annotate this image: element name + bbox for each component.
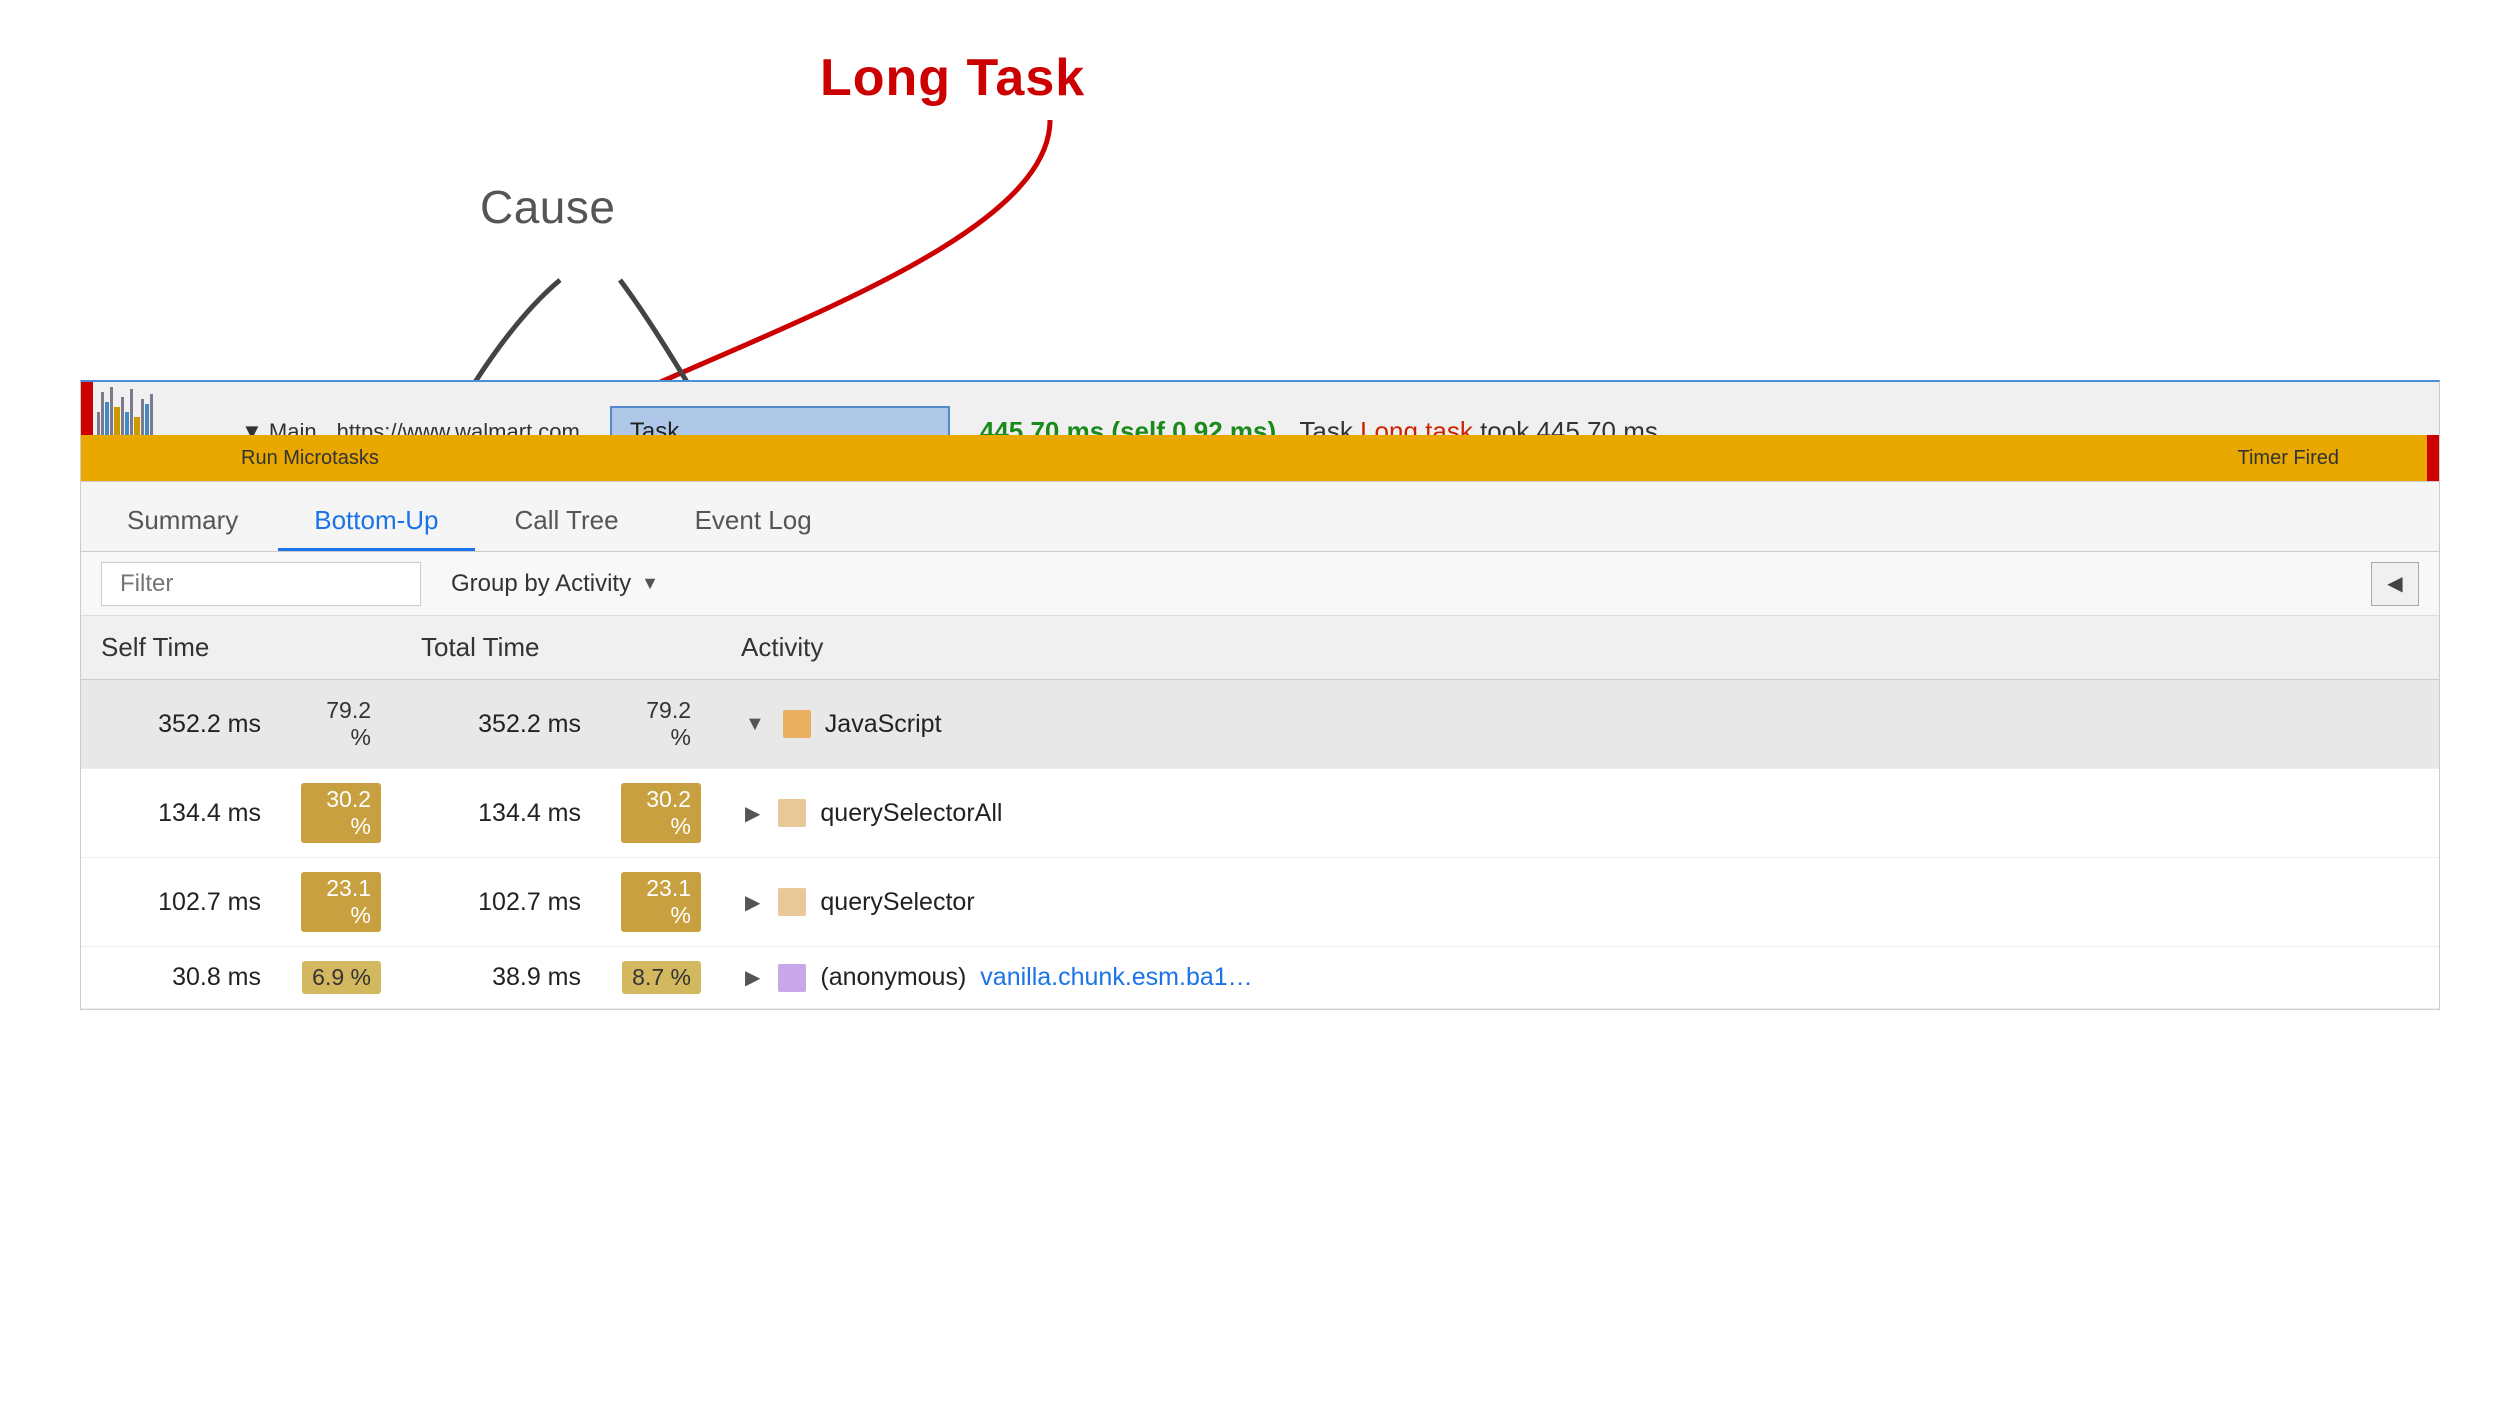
cell-self-time: 102.7 ms [81, 858, 281, 947]
activity-name: querySelector [820, 888, 974, 917]
tab-event-log[interactable]: Event Log [659, 493, 848, 551]
cell-activity: ▶ querySelector [721, 858, 2439, 947]
col-self-time[interactable]: Self Time [81, 616, 401, 680]
row2-right-label: Timer Fired [2238, 447, 2339, 470]
activity-color-swatch [778, 799, 806, 827]
activity-color-swatch [783, 710, 811, 738]
filter-row: Group by Activity ▼ ◀ [81, 552, 2439, 616]
activity-name: (anonymous) [820, 963, 966, 992]
activity-name: querySelectorAll [820, 799, 1002, 828]
bottom-up-table: Self Time Total Time Activity 352.2 ms79… [81, 616, 2439, 1009]
panel-toggle-button[interactable]: ◀ [2371, 562, 2419, 606]
row2-label: Run Microtasks [81, 447, 379, 470]
expand-button[interactable]: ▼ [741, 713, 769, 736]
table-row: 102.7 ms23.1 %102.7 ms23.1 %▶querySelect… [81, 858, 2439, 947]
long-task-annotation: Long Task [820, 48, 1085, 108]
activity-name: JavaScript [825, 710, 942, 739]
expand-button[interactable]: ▶ [741, 965, 764, 990]
cell-self-pct: 79.2 % [281, 680, 401, 769]
cell-activity: ▶ querySelectorAll [721, 769, 2439, 858]
cell-self-time: 352.2 ms [81, 680, 281, 769]
expand-button[interactable]: ▶ [741, 801, 764, 826]
cell-total-time: 352.2 ms [401, 680, 601, 769]
red-marker-right [2427, 435, 2439, 481]
cell-self-time: 134.4 ms [81, 769, 281, 858]
tab-summary[interactable]: Summary [91, 493, 274, 551]
cell-total-pct: 79.2 % [601, 680, 721, 769]
activity-link[interactable]: vanilla.chunk.esm.ba1… [980, 963, 1252, 992]
cell-self-pct: 30.2 % [281, 769, 401, 858]
tabs-row: Summary Bottom-Up Call Tree Event Log [81, 482, 2439, 552]
cell-total-time: 134.4 ms [401, 769, 601, 858]
cell-self-time: 30.8 ms [81, 947, 281, 1009]
timeline-bar: ▼ Main https://www.walmart.com Task 445.… [81, 382, 2439, 482]
table-header-row: Self Time Total Time Activity [81, 616, 2439, 680]
cell-self-pct: 23.1 % [281, 858, 401, 947]
tab-call-tree[interactable]: Call Tree [479, 493, 655, 551]
cause-annotation: Cause [480, 180, 615, 234]
filter-input[interactable] [101, 562, 421, 606]
table-row: 352.2 ms79.2 %352.2 ms79.2 %▼JavaScript [81, 680, 2439, 769]
dropdown-arrow-icon: ▼ [641, 573, 659, 594]
cell-total-pct: 23.1 % [601, 858, 721, 947]
cell-activity: ▶ (anonymous) vanilla.chunk.esm.ba1… [721, 947, 2439, 1009]
tab-bottom-up[interactable]: Bottom-Up [278, 493, 474, 551]
col-total-time[interactable]: Total Time [401, 616, 721, 680]
devtools-panel: ▼ Main https://www.walmart.com Task 445.… [80, 380, 2440, 1010]
group-by-dropdown[interactable]: Group by Activity ▼ [451, 570, 659, 598]
cell-total-time: 102.7 ms [401, 858, 601, 947]
cell-activity: ▼ JavaScript [721, 680, 2439, 769]
cell-total-pct: 8.7 % [601, 947, 721, 1009]
cell-total-time: 38.9 ms [401, 947, 601, 1009]
cell-self-pct: 6.9 % [281, 947, 401, 1009]
cell-total-pct: 30.2 % [601, 769, 721, 858]
col-activity[interactable]: Activity [721, 616, 2439, 680]
activity-color-swatch [778, 964, 806, 992]
activity-color-swatch [778, 888, 806, 916]
table-row: 30.8 ms6.9 %38.9 ms8.7 % ▶ (anonymous) vani… [81, 947, 2439, 1009]
table-row: 134.4 ms30.2 %134.4 ms30.2 %▶querySelect… [81, 769, 2439, 858]
expand-button[interactable]: ▶ [741, 890, 764, 915]
